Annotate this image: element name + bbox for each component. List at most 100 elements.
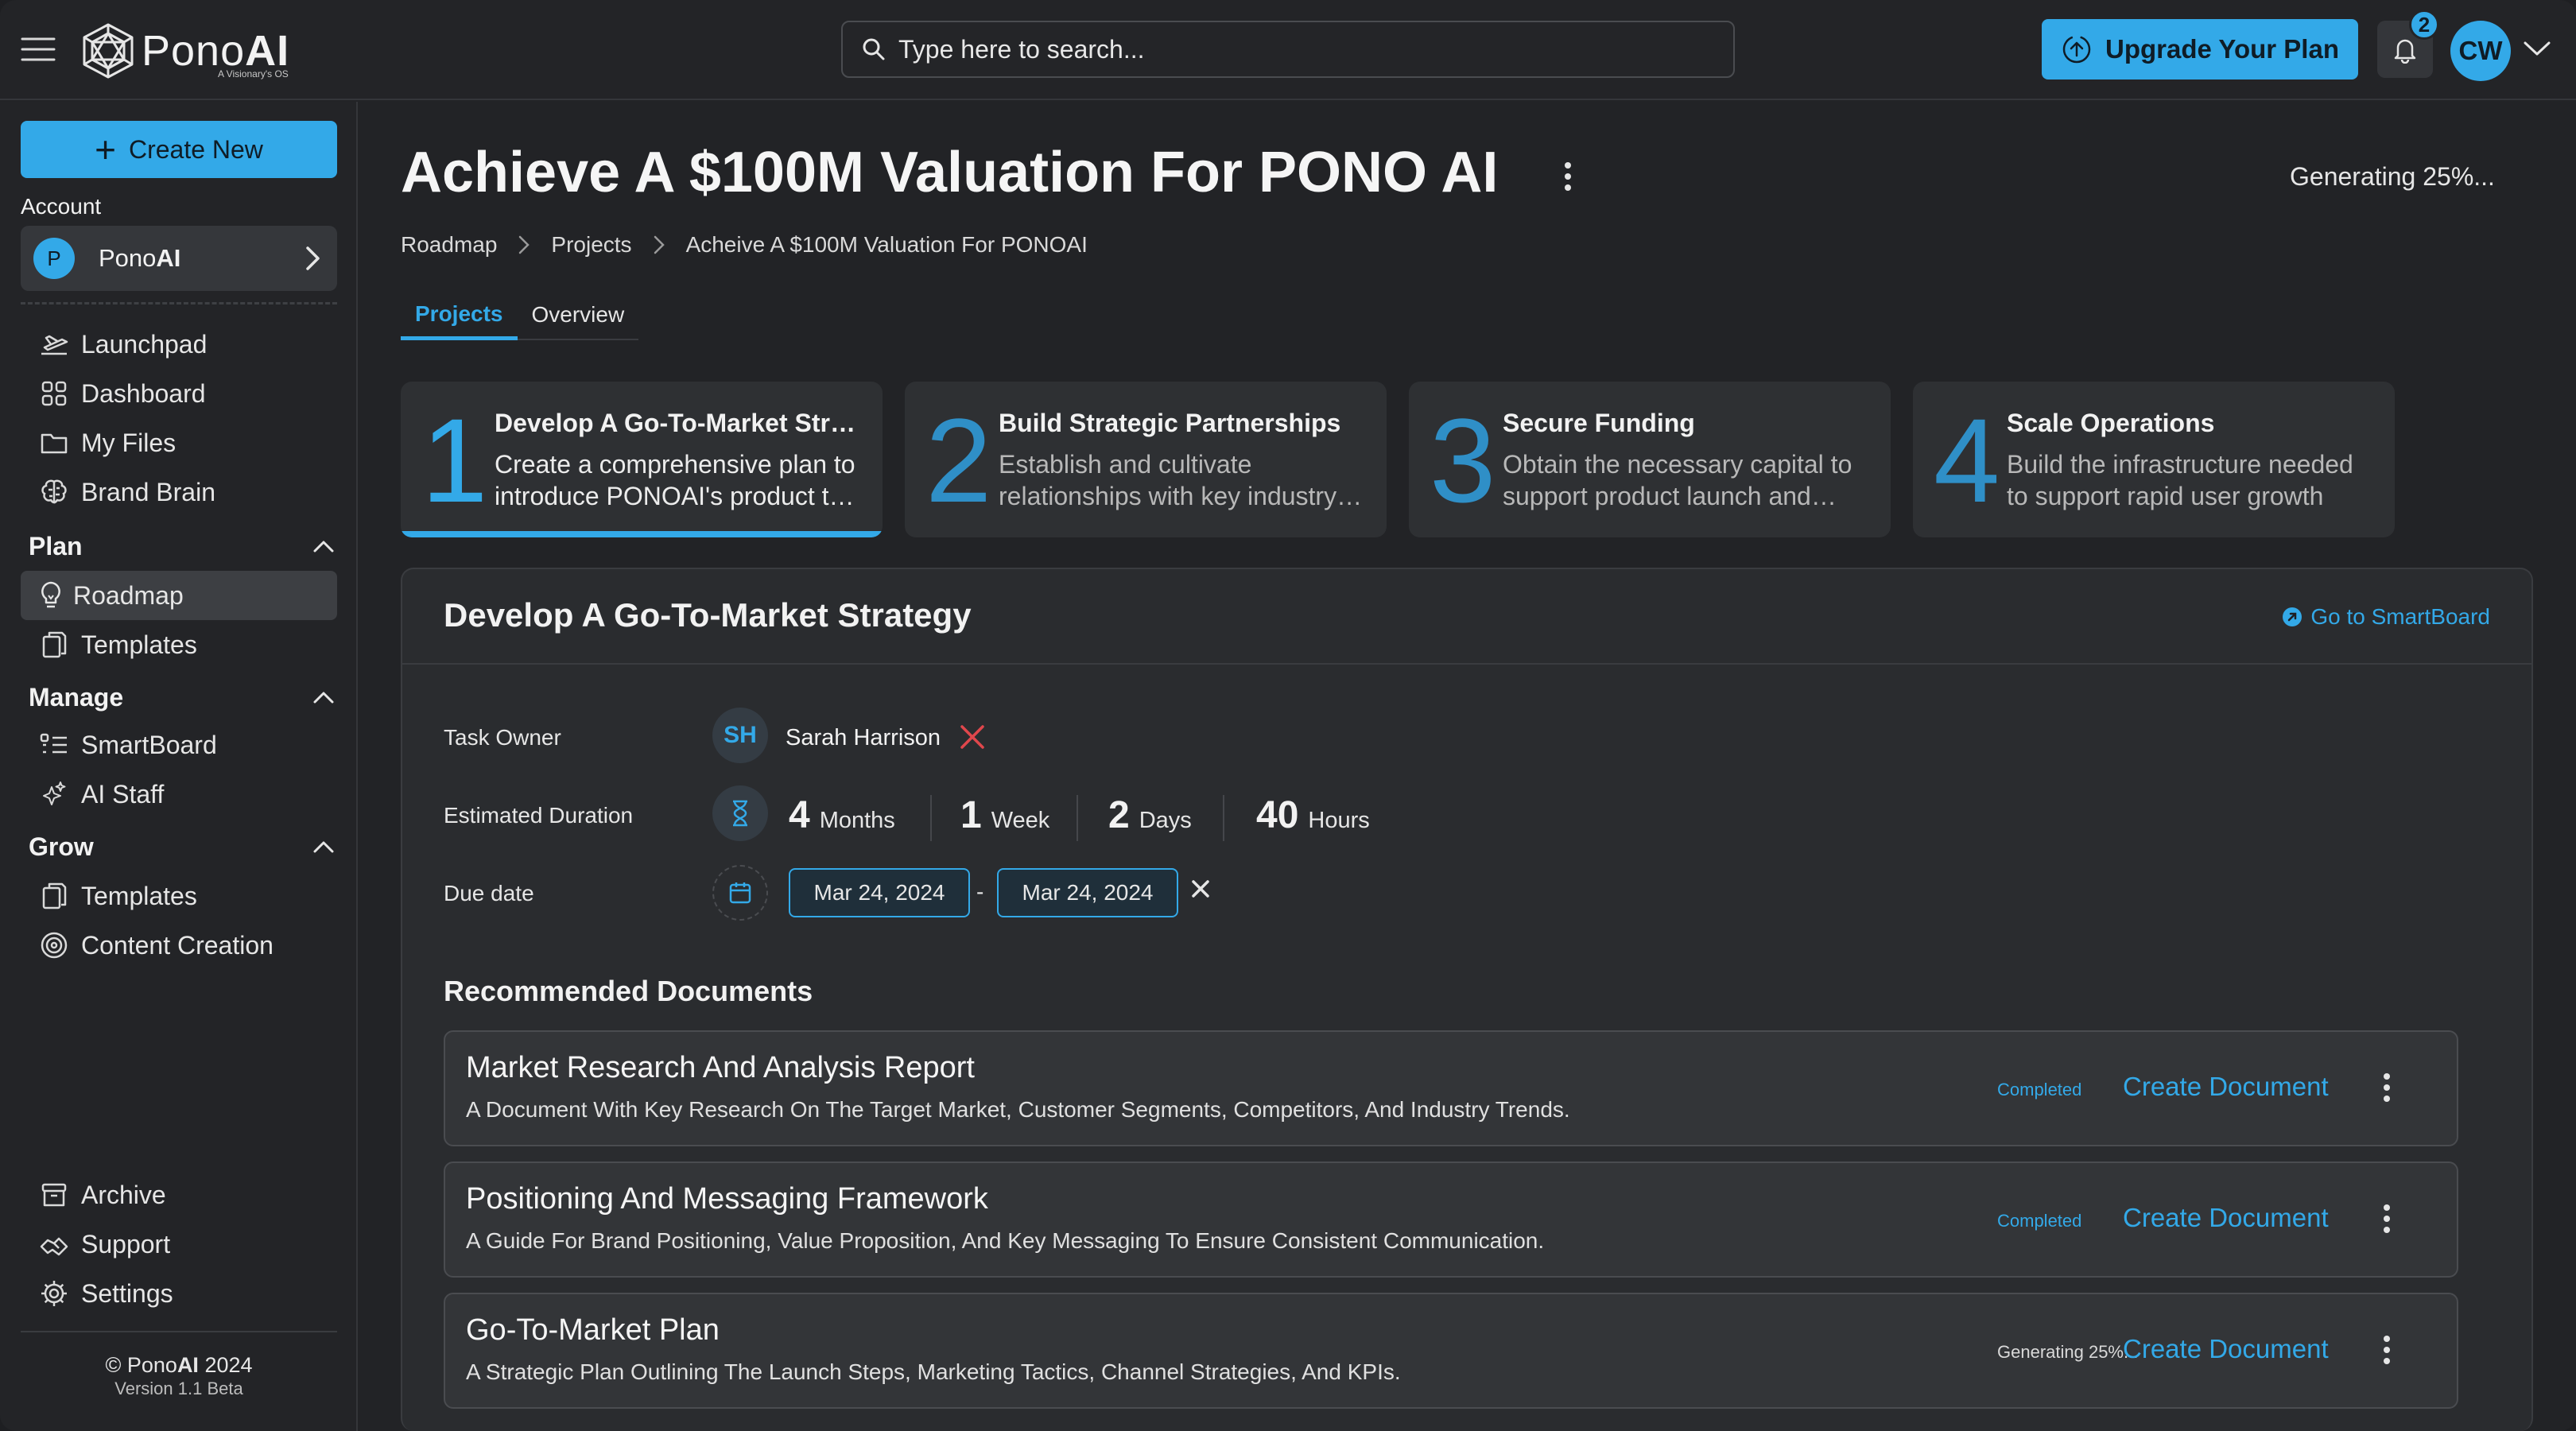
search-bar[interactable] xyxy=(841,21,1735,78)
divider xyxy=(21,1331,337,1332)
panel-header: Develop A Go-To-Market Strategy Go to Sm… xyxy=(402,569,2531,665)
sidebar-item-roadmap[interactable]: Roadmap xyxy=(21,571,337,620)
sidebar-item-ai-staff[interactable]: AI Staff xyxy=(21,770,337,819)
sidebar-item-content-creation[interactable]: Content Creation xyxy=(21,921,337,970)
create-document-button[interactable]: Create Document xyxy=(2123,1203,2329,1233)
document-card[interactable]: Market Research And Analysis Report A Do… xyxy=(444,1030,2458,1146)
section-title: Manage xyxy=(29,682,124,712)
sidebar-item-label: AI Staff xyxy=(81,779,165,809)
divider xyxy=(930,795,932,841)
duration-value: 4 xyxy=(789,794,810,836)
sidebar-item-brand-brain[interactable]: Brand Brain xyxy=(21,467,337,517)
account-name: PonoAI xyxy=(99,244,180,273)
duration-months: 4 Months xyxy=(789,793,895,837)
due-date-label: Due date xyxy=(444,881,534,906)
sidebar-item-my-files[interactable]: My Files xyxy=(21,418,337,467)
hourglass-icon xyxy=(712,785,768,841)
duration-unit: Months xyxy=(819,808,895,833)
account-name-bold: AI xyxy=(156,244,181,272)
spiral-icon xyxy=(38,929,70,961)
smartboard-link-label: Go to SmartBoard xyxy=(2310,604,2490,629)
sidebar-item-label: My Files xyxy=(81,428,177,457)
step-card-2[interactable]: 2 Build Strategic Partnerships Establish… xyxy=(905,382,1387,537)
sidebar-item-templates[interactable]: Templates xyxy=(21,620,337,669)
account-switcher[interactable]: P PonoAI xyxy=(21,226,337,291)
create-document-button[interactable]: Create Document xyxy=(2123,1334,2329,1364)
section-header-plan[interactable]: Plan xyxy=(29,526,337,566)
more-options-icon[interactable] xyxy=(1563,161,1573,192)
chevron-up-icon xyxy=(313,841,334,853)
create-new-label: Create New xyxy=(128,134,263,164)
sidebar-item-label: Dashboard xyxy=(81,378,206,408)
templates-icon xyxy=(38,880,70,912)
more-options-icon[interactable] xyxy=(2382,1203,2392,1235)
step-description: Build the infrastructure needed to suppo… xyxy=(2007,450,2353,510)
task-owner-label: Task Owner xyxy=(444,725,561,750)
sidebar-item-smartboard[interactable]: SmartBoard xyxy=(21,720,337,770)
remove-owner-icon[interactable] xyxy=(957,722,987,752)
folder-icon xyxy=(38,427,70,459)
tab-overview[interactable]: Overview xyxy=(517,291,639,340)
calendar-icon[interactable] xyxy=(712,865,768,921)
launchpad-icon xyxy=(38,328,70,360)
date-separator: - xyxy=(976,879,984,904)
search-icon xyxy=(860,36,887,63)
upgrade-plan-label: Upgrade Your Plan xyxy=(2105,34,2339,64)
duration-value: 40 xyxy=(1256,794,1299,836)
sidebar-item-support[interactable]: Support xyxy=(21,1220,337,1269)
go-to-smartboard-link[interactable]: Go to SmartBoard xyxy=(2282,604,2490,630)
step-card-4[interactable]: 4 Scale Operations Build the infrastruct… xyxy=(1913,382,2395,537)
more-options-icon[interactable] xyxy=(2382,1334,2392,1366)
sidebar-item-label: SmartBoard xyxy=(81,730,217,759)
section-header-manage[interactable]: Manage xyxy=(29,677,337,717)
account-name-light: Pono xyxy=(99,244,157,272)
breadcrumb-projects[interactable]: Projects xyxy=(551,232,631,258)
document-status: Completed xyxy=(1997,1080,2082,1099)
search-input[interactable] xyxy=(898,34,1693,64)
due-date-end[interactable]: Mar 24, 2024 xyxy=(997,868,1178,917)
support-icon xyxy=(38,1228,70,1260)
dashboard-icon xyxy=(38,378,70,409)
sidebar-item-archive[interactable]: Archive xyxy=(21,1170,337,1220)
sidebar-item-launchpad[interactable]: Launchpad xyxy=(21,320,337,369)
due-date-start[interactable]: Mar 24, 2024 xyxy=(789,868,970,917)
sparkle-icon xyxy=(38,778,70,810)
document-card[interactable]: Positioning And Messaging Framework A Gu… xyxy=(444,1161,2458,1278)
task-detail-panel: Develop A Go-To-Market Strategy Go to Sm… xyxy=(401,568,2533,1431)
section-header-grow[interactable]: Grow xyxy=(29,827,337,867)
create-document-button[interactable]: Create Document xyxy=(2123,1072,2329,1102)
create-new-button[interactable]: + Create New xyxy=(21,121,337,178)
chevron-down-icon[interactable] xyxy=(2522,37,2552,60)
sidebar-item-dashboard[interactable]: Dashboard xyxy=(21,369,337,418)
sidebar-item-label: Launchpad xyxy=(81,329,208,359)
duration-unit: Days xyxy=(1139,808,1192,833)
duration-weeks: 1 Week xyxy=(960,793,1049,837)
tab-projects[interactable]: Projects xyxy=(401,291,518,340)
task-title: Develop A Go-To-Market Strategy xyxy=(444,596,972,634)
external-link-icon xyxy=(2283,607,2302,626)
step-card-1[interactable]: 1 Develop A Go-To-Market Strategy Create… xyxy=(401,382,883,537)
upgrade-plan-button[interactable]: Upgrade Your Plan xyxy=(2042,19,2358,80)
sidebar-item-label: Support xyxy=(81,1229,171,1258)
breadcrumb-current: Acheive A $100M Valuation For PONOAI xyxy=(685,232,1088,257)
sidebar-item-templates-grow[interactable]: Templates xyxy=(21,871,337,921)
more-options-icon[interactable] xyxy=(2382,1072,2392,1103)
account-label: Account xyxy=(21,194,102,219)
document-status: Completed xyxy=(1997,1211,2082,1231)
copyright-prefix: © Pono xyxy=(105,1353,177,1377)
brand-name-bold: AI xyxy=(245,27,290,75)
user-avatar[interactable]: CW xyxy=(2450,21,2511,81)
sidebar-item-label: Brand Brain xyxy=(81,477,215,506)
sidebar-item-settings[interactable]: Settings xyxy=(21,1269,337,1318)
duration-unit: Hours xyxy=(1308,808,1370,833)
menu-icon[interactable] xyxy=(21,32,56,67)
document-description: A Strategic Plan Outlining The Launch St… xyxy=(466,1359,1401,1384)
brain-icon xyxy=(38,476,70,508)
breadcrumb-roadmap[interactable]: Roadmap xyxy=(401,232,497,258)
step-number: 1 xyxy=(421,394,488,527)
step-description: Establish and cultivate relationships wi… xyxy=(999,450,1337,510)
clear-date-icon[interactable] xyxy=(1189,878,1212,900)
step-card-3[interactable]: 3 Secure Funding Obtain the necessary ca… xyxy=(1409,382,1891,537)
document-card[interactable]: Go-To-Market Plan A Strategic Plan Outli… xyxy=(444,1293,2458,1409)
logo-mark-icon xyxy=(81,22,135,80)
